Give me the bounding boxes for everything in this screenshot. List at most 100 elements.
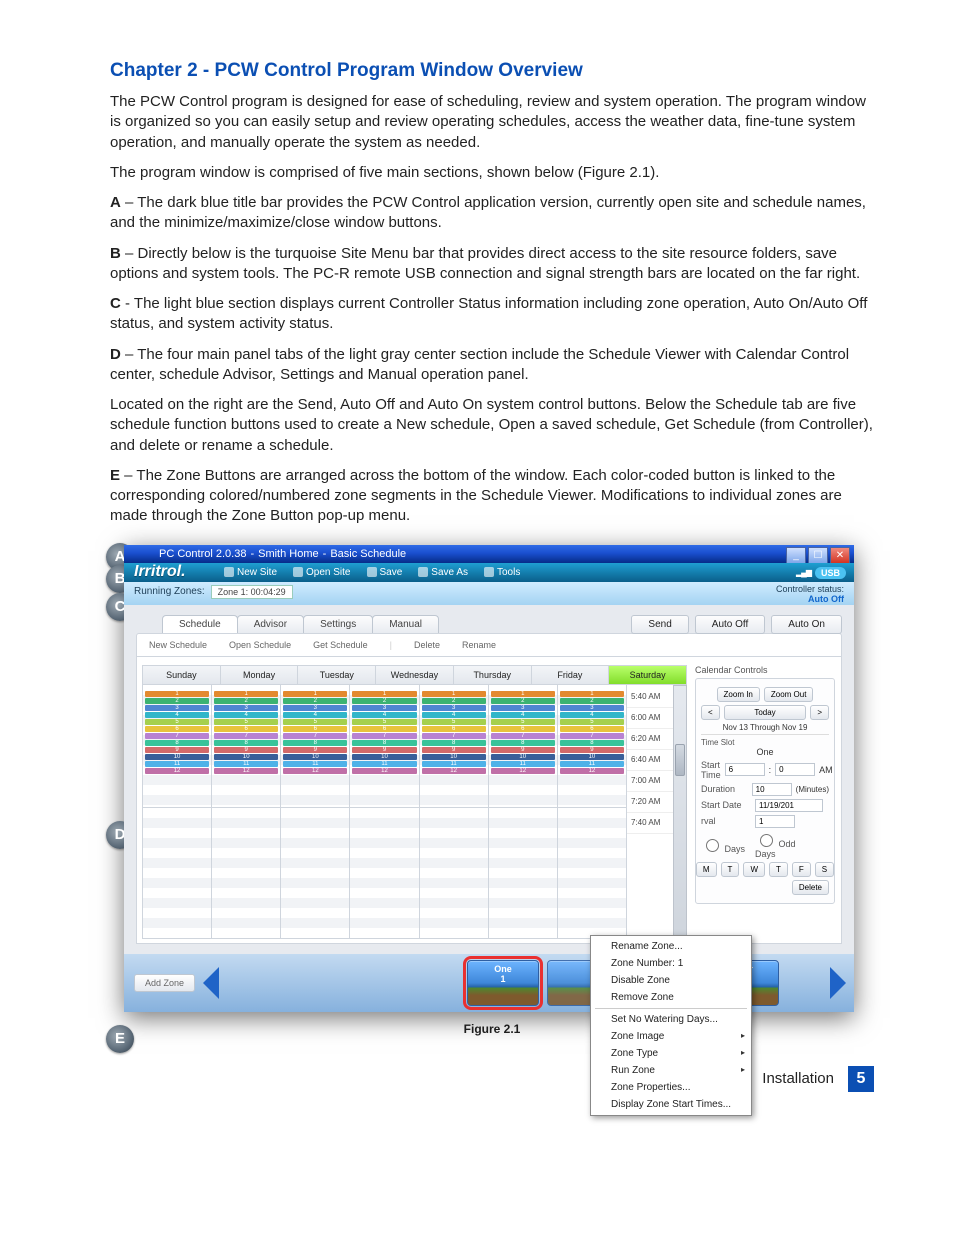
start-date-input[interactable] <box>755 799 823 812</box>
lead-a: A <box>110 194 121 211</box>
calendar-cell-empty[interactable] <box>349 807 419 939</box>
menu-save[interactable]: Save <box>367 567 403 578</box>
calendar-cell[interactable]: 123456789101112 <box>419 684 489 808</box>
new-schedule-button[interactable]: New Schedule <box>143 638 213 652</box>
controller-status-label: Controller status: <box>776 584 844 595</box>
section-d-desc-2: Located on the right are the Send, Auto … <box>110 395 874 456</box>
tab-schedule[interactable]: Schedule <box>162 615 238 633</box>
auto-on-button[interactable]: Auto On <box>771 615 842 634</box>
rename-schedule-button[interactable]: Rename <box>456 638 502 652</box>
ctx-display-start-times[interactable]: Display Zone Start Times... <box>591 1096 751 1113</box>
section-c-desc: C - The light blue section displays curr… <box>110 294 874 335</box>
calendar-scrollbar[interactable] <box>673 685 687 939</box>
date-range: Nov 13 Through Nov 19 <box>701 723 829 732</box>
calendar-cell[interactable]: 123456789101112 <box>211 684 281 808</box>
time-slot: 7:20 AM <box>627 792 673 813</box>
calendar-controls-title: Calendar Controls <box>695 665 835 675</box>
day-t[interactable]: T <box>721 862 740 877</box>
lead-c: C <box>110 295 121 312</box>
open-schedule-button[interactable]: Open Schedule <box>223 638 297 652</box>
auto-off-button[interactable]: Auto Off <box>695 615 766 634</box>
get-schedule-button[interactable]: Get Schedule <box>307 638 374 652</box>
today-button[interactable]: Today <box>724 705 807 720</box>
ctx-run-zone[interactable]: Run Zone <box>591 1062 751 1079</box>
ctx-disable-zone[interactable]: Disable Zone <box>591 972 751 989</box>
zone-nav-right-icon[interactable] <box>830 967 846 999</box>
schedule-viewer: Sunday Monday Tuesday Wednesday Thursday… <box>136 657 842 944</box>
ctx-zone-properties[interactable]: Zone Properties... <box>591 1079 751 1096</box>
odd-days-radio[interactable] <box>760 834 773 847</box>
calendar-cell[interactable]: 123456789101112 <box>349 684 419 808</box>
time-slot-name: One <box>701 747 829 757</box>
tab-settings[interactable]: Settings <box>303 615 373 633</box>
marker-e: E <box>106 1025 134 1053</box>
day-friday[interactable]: Friday <box>531 665 610 685</box>
menu-new-site[interactable]: New Site <box>224 567 277 578</box>
day-tuesday[interactable]: Tuesday <box>297 665 376 685</box>
scrollbar-thumb[interactable] <box>675 744 685 776</box>
calendar-cell-empty[interactable] <box>280 807 350 939</box>
ctx-zone-type[interactable]: Zone Type <box>591 1045 751 1062</box>
day-s[interactable]: S <box>815 862 834 877</box>
zoom-out-button[interactable]: Zoom Out <box>764 687 814 702</box>
ctx-rename-zone[interactable]: Rename Zone... <box>591 938 751 955</box>
send-button[interactable]: Send <box>631 615 688 634</box>
title-app: PC Control 2.0.38 <box>159 548 246 560</box>
start-min-input[interactable] <box>775 763 815 776</box>
running-zones-label: Running Zones: <box>134 586 205 597</box>
calendar-cell-empty[interactable] <box>557 807 627 939</box>
day-saturday[interactable]: Saturday <box>608 665 687 685</box>
calendar-cell[interactable]: 123456789101112 <box>280 684 350 808</box>
calendar-cell[interactable]: 123456789101112 <box>557 684 627 808</box>
day-m[interactable]: M <box>696 862 717 877</box>
controller-status-bar: Running Zones: Zone 1: 00:04:29 Controll… <box>124 582 854 605</box>
slot-delete-button[interactable]: Delete <box>792 880 829 895</box>
menu-save-as[interactable]: Save As <box>418 567 468 578</box>
interval-input[interactable] <box>755 815 795 828</box>
delete-schedule-button[interactable]: Delete <box>408 638 446 652</box>
day-f[interactable]: F <box>792 862 811 877</box>
next-week-button[interactable]: > <box>810 705 829 720</box>
lead-b: B <box>110 245 121 262</box>
duration-input[interactable] <box>752 783 792 796</box>
time-slot: 7:00 AM <box>627 771 673 792</box>
schedule-function-buttons: New Schedule Open Schedule Get Schedule … <box>136 633 842 657</box>
heading-sep: - <box>198 60 215 81</box>
zone-button-1[interactable]: One 1 <box>467 960 539 1006</box>
time-slot-label: Time Slot <box>701 734 829 747</box>
center-panel: Send Auto Off Auto On Schedule Advisor S… <box>124 605 854 954</box>
calendar-cell-empty[interactable] <box>142 807 212 939</box>
section-a-desc: A – The dark blue title bar provides the… <box>110 193 874 234</box>
add-zone-button[interactable]: Add Zone <box>134 974 195 992</box>
calendar-cell-empty[interactable] <box>419 807 489 939</box>
zone-nav-left-icon[interactable] <box>203 967 219 999</box>
days-radio[interactable] <box>706 839 719 852</box>
day-th[interactable]: T <box>769 862 788 877</box>
calendar-cell[interactable]: 123456789101112 <box>142 684 212 808</box>
start-hour-input[interactable] <box>725 763 765 776</box>
ctx-no-watering[interactable]: Set No Watering Days... <box>591 1011 751 1028</box>
tab-manual[interactable]: Manual <box>372 615 439 633</box>
calendar-cell-empty[interactable] <box>488 807 558 939</box>
day-sunday[interactable]: Sunday <box>142 665 221 685</box>
prev-week-button[interactable]: < <box>701 705 720 720</box>
tab-advisor[interactable]: Advisor <box>237 615 304 633</box>
day-wednesday[interactable]: Wednesday <box>375 665 454 685</box>
start-date-label: Start Date <box>701 800 751 810</box>
usb-badge: USB <box>815 567 846 579</box>
chapter-title: PCW Control Program Window Overview <box>215 60 583 81</box>
ctx-remove-zone[interactable]: Remove Zone <box>591 989 751 1006</box>
lead-d: D <box>110 346 121 363</box>
ctx-zone-image[interactable]: Zone Image <box>591 1028 751 1045</box>
calendar-cell-empty[interactable] <box>211 807 281 939</box>
day-thursday[interactable]: Thursday <box>453 665 532 685</box>
time-slot: 6:00 AM <box>627 708 673 729</box>
menu-open-site[interactable]: Open Site <box>293 567 350 578</box>
title-schedule: Basic Schedule <box>330 548 406 560</box>
menu-tools[interactable]: Tools <box>484 567 520 578</box>
day-monday[interactable]: Monday <box>220 665 299 685</box>
day-w[interactable]: W <box>743 862 765 877</box>
calendar-cell[interactable]: 123456789101112 <box>488 684 558 808</box>
chapter-heading: Chapter 2 - PCW Control Program Window O… <box>110 60 874 82</box>
zoom-in-button[interactable]: Zoom In <box>717 687 760 702</box>
